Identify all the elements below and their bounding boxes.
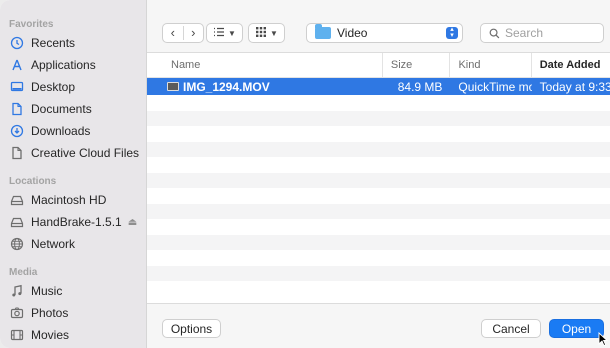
column-header-name[interactable]: Name <box>147 53 383 77</box>
music-icon <box>9 283 25 299</box>
sidebar-section-media: Media <box>9 267 38 278</box>
sidebar-item-movies[interactable]: Movies <box>0 324 146 346</box>
list-view-icon <box>213 26 225 41</box>
empty-row <box>147 172 610 188</box>
cancel-button[interactable]: Cancel <box>481 319 541 338</box>
sidebar-item-handbrake[interactable]: HandBrake-1.5.1 ⏏ <box>0 211 146 233</box>
empty-row <box>147 203 610 219</box>
open-button[interactable]: Open <box>549 319 604 338</box>
toolbar: ‹ › ▼ ▼ Video ▴ ▾ <box>147 0 610 53</box>
table-rows: IMG_1294.MOV 84.9 MB QuickTime movie Tod… <box>147 78 610 297</box>
globe-icon <box>9 236 25 252</box>
sidebar-item-label: Downloads <box>31 124 91 138</box>
mouse-cursor-icon <box>598 332 608 346</box>
file-name: IMG_1294.MOV <box>183 79 270 94</box>
sidebar-item-label: Applications <box>31 58 96 72</box>
grid-view-button[interactable]: ▼ <box>248 23 285 43</box>
file-icon <box>9 145 25 161</box>
empty-row <box>147 281 610 297</box>
camera-icon <box>9 305 25 321</box>
table-row[interactable]: IMG_1294.MOV 84.9 MB QuickTime movie Tod… <box>147 78 610 95</box>
sidebar-item-label: Movies <box>31 328 70 342</box>
empty-row <box>147 250 610 266</box>
clock-icon <box>9 35 25 51</box>
file-size: 84.9 MB <box>397 79 443 94</box>
file-date-added: Today at 9:33 <box>539 79 610 94</box>
chevron-down-icon: ▼ <box>228 28 236 38</box>
sidebar-item-documents[interactable]: Documents <box>0 98 146 120</box>
options-button[interactable]: Options <box>162 319 221 338</box>
disk-icon <box>9 214 25 230</box>
sidebar-item-desktop[interactable]: Desktop <box>0 76 146 98</box>
document-icon <box>9 101 25 117</box>
column-header-size[interactable]: Size <box>383 53 451 77</box>
sidebar-item-photos[interactable]: Photos <box>0 302 146 324</box>
empty-row <box>147 265 610 281</box>
empty-row <box>147 110 610 126</box>
grid-view-icon <box>255 26 267 41</box>
empty-row <box>147 141 610 157</box>
sidebar-item-label: Creative Cloud Files <box>31 146 140 160</box>
disk-icon <box>9 192 25 208</box>
sidebar-item-creative-cloud-files[interactable]: Creative Cloud Files <box>0 142 146 164</box>
sidebar-item-applications[interactable]: Applications <box>0 54 146 76</box>
movie-file-icon <box>167 82 179 91</box>
sidebar-item-downloads[interactable]: Downloads <box>0 120 146 142</box>
empty-row <box>147 188 610 204</box>
download-icon <box>9 123 25 139</box>
column-header-date-added[interactable]: Date Added <box>532 53 610 77</box>
search-field[interactable] <box>480 23 604 43</box>
applications-icon <box>9 57 25 73</box>
list-view-button[interactable]: ▼ <box>206 23 243 43</box>
sidebar-item-label: Macintosh HD <box>31 193 107 207</box>
back-button[interactable]: ‹ <box>163 24 183 42</box>
location-popup[interactable]: Video ▴ ▾ <box>306 23 463 43</box>
film-icon <box>9 327 25 343</box>
desktop-icon <box>9 79 25 95</box>
column-header-kind[interactable]: Kind <box>450 53 532 77</box>
empty-row <box>147 219 610 235</box>
empty-row <box>147 234 610 250</box>
chevron-down-icon: ▼ <box>270 28 278 38</box>
eject-icon[interactable]: ⏏ <box>128 217 137 228</box>
navigation-buttons: ‹ › <box>162 23 204 43</box>
sidebar-item-label: HandBrake-1.5.1 <box>31 215 122 229</box>
sidebar-item-recents[interactable]: Recents <box>0 32 146 54</box>
sidebar-item-label: Documents <box>31 102 92 116</box>
forward-button[interactable]: › <box>183 24 203 42</box>
sidebar: Favorites Recents Applications Desktop D… <box>0 0 147 348</box>
empty-row <box>147 157 610 173</box>
column-headers: Name Size Kind Date Added <box>147 53 610 78</box>
sidebar-item-label: Music <box>31 284 63 298</box>
file-list: Name Size Kind Date Added IMG_1294.MOV 8… <box>147 53 610 303</box>
file-kind: QuickTime movie <box>458 79 531 94</box>
search-icon <box>489 28 500 38</box>
empty-row <box>147 126 610 142</box>
sidebar-item-music[interactable]: Music <box>0 280 146 302</box>
sidebar-item-label: Recents <box>31 36 76 50</box>
sidebar-item-label: Desktop <box>31 80 76 94</box>
sidebar-item-label: Network <box>31 237 76 251</box>
sidebar-section-favorites: Favorites <box>9 19 54 30</box>
location-label: Video <box>337 26 368 40</box>
file-open-dialog: Favorites Recents Applications Desktop D… <box>0 0 610 348</box>
folder-icon <box>315 24 331 39</box>
search-input[interactable] <box>505 26 600 40</box>
empty-row <box>147 95 610 111</box>
popup-arrows-icon: ▴ ▾ <box>446 26 458 39</box>
sidebar-item-label: Photos <box>31 306 69 320</box>
dialog-footer: Options Cancel Open <box>147 303 610 348</box>
sidebar-item-macintosh-hd[interactable]: Macintosh HD <box>0 189 146 211</box>
sidebar-section-locations: Locations <box>9 176 57 187</box>
sidebar-item-network[interactable]: Network <box>0 233 146 255</box>
